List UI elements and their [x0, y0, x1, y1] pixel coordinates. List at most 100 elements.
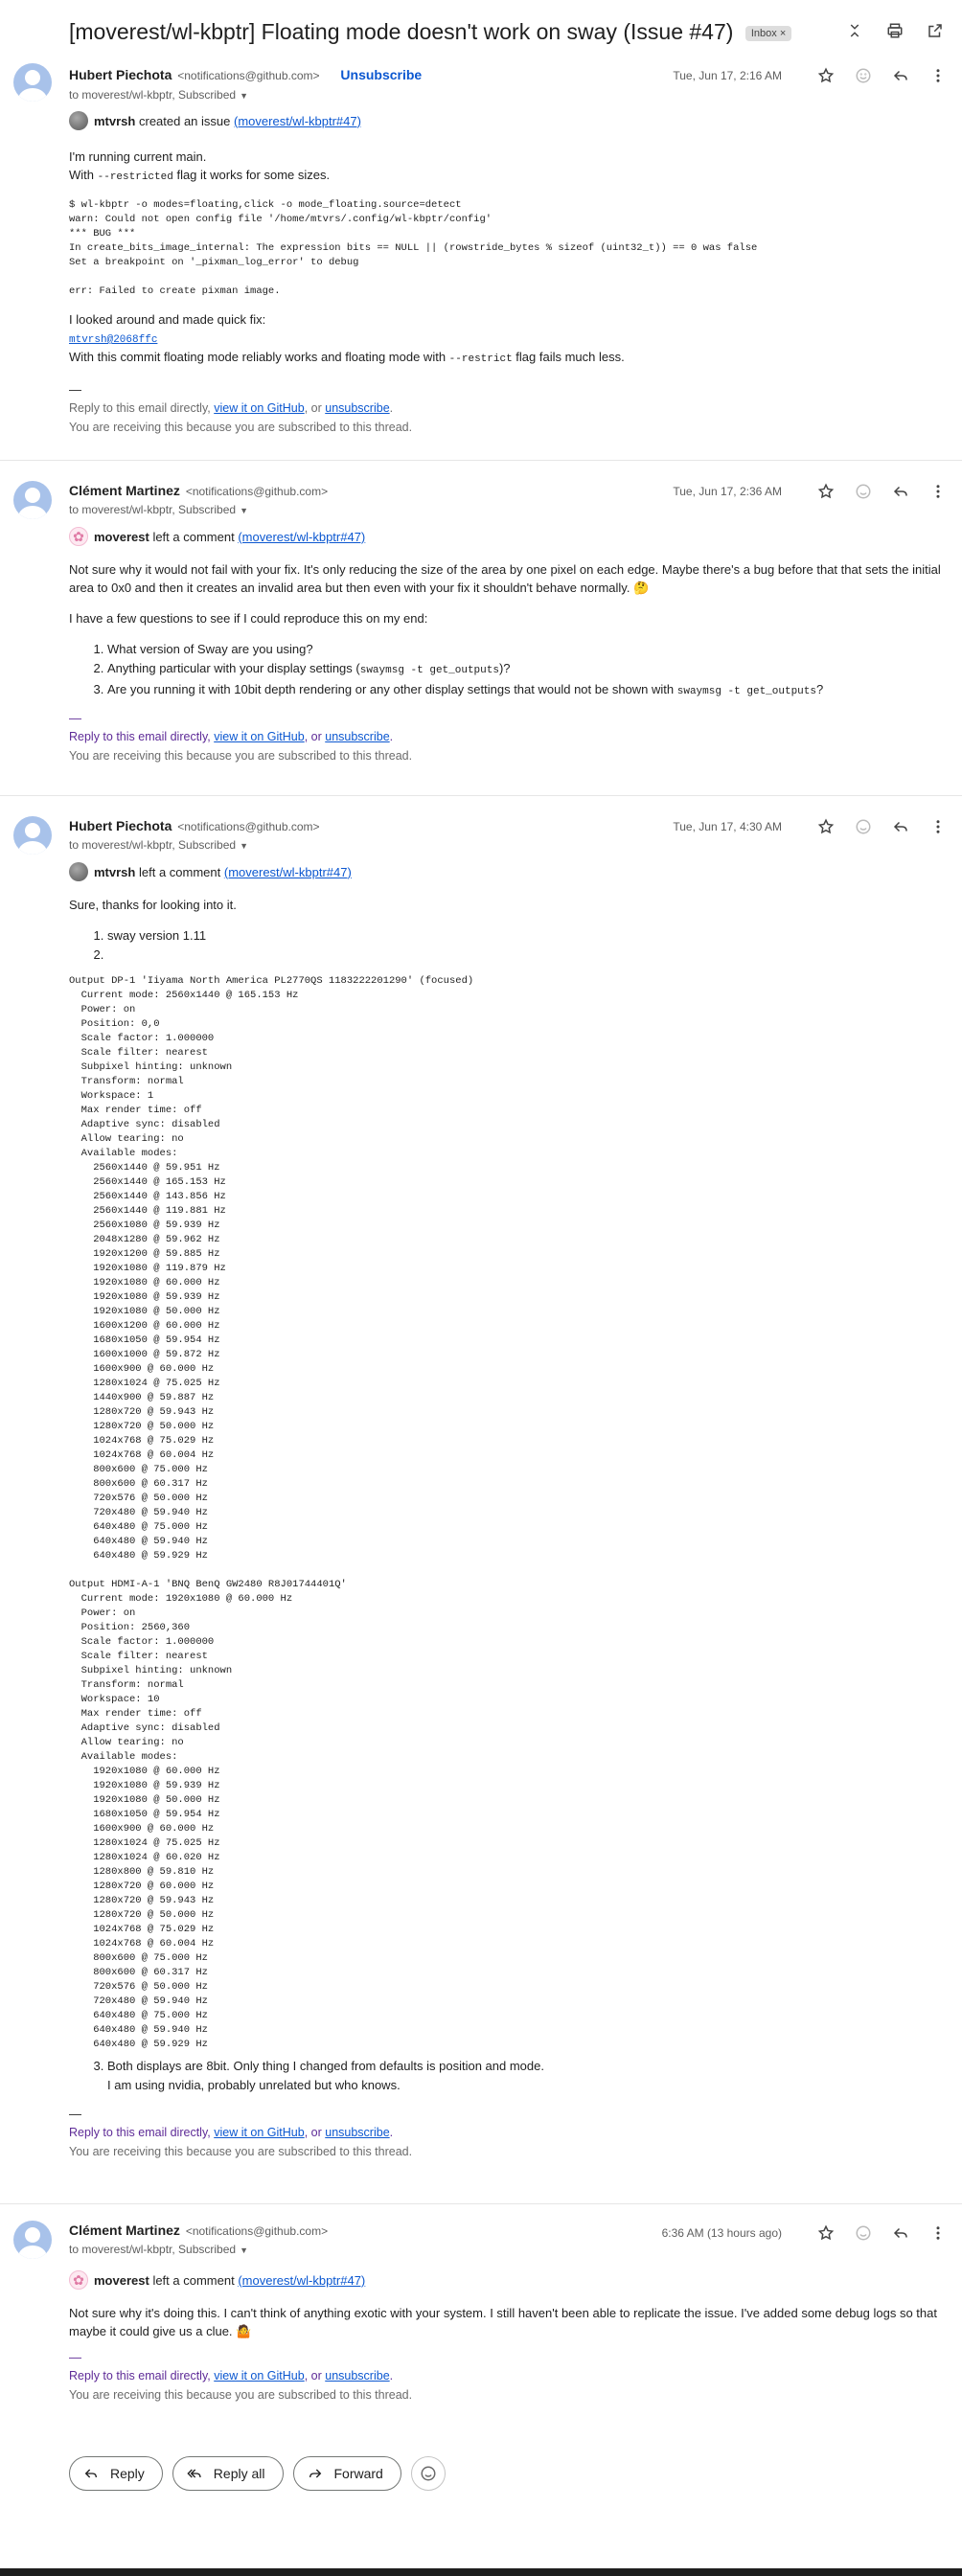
divider — [0, 795, 962, 796]
more-icon[interactable] — [928, 481, 949, 502]
view-on-github-link[interactable]: view it on GitHub — [214, 2369, 304, 2382]
emoji-icon[interactable] — [853, 2223, 874, 2244]
label-remove-icon[interactable]: × — [780, 28, 786, 39]
message-body: ✿ moverest left a comment (moverest/wl-kb… — [69, 527, 941, 765]
code-block: Output DP-1 'Iiyama North America PL2770… — [69, 975, 474, 1562]
actor-name[interactable]: moverest — [94, 2271, 149, 2290]
sender-name[interactable]: Hubert Piechota — [69, 818, 172, 833]
forward-icon — [309, 2469, 321, 2478]
divider — [0, 460, 962, 461]
footer-reply: Reply to this email directly, view it on… — [69, 2369, 394, 2382]
unsubscribe-link[interactable]: unsubscribe — [325, 2369, 389, 2382]
star-icon[interactable] — [815, 65, 836, 86]
message-body: mtvrsh left a comment (moverest/wl-kbptr… — [69, 862, 941, 2161]
recipients[interactable]: to moverest/wl-kbptr, Subscribed ▼ — [69, 88, 248, 102]
avatar: ✿ — [69, 2270, 88, 2290]
chevron-down-icon[interactable]: ▼ — [240, 841, 248, 851]
print-icon[interactable] — [885, 21, 905, 40]
reply-icon[interactable] — [890, 481, 911, 502]
emoji-icon[interactable] — [853, 65, 874, 86]
actor-name[interactable]: mtvrsh — [94, 863, 135, 881]
reply-icon[interactable] — [890, 816, 911, 837]
chevron-down-icon[interactable]: ▼ — [240, 2245, 248, 2255]
divider — [0, 2203, 962, 2204]
recipients[interactable]: to moverest/wl-kbptr, Subscribed ▼ — [69, 838, 248, 852]
footer-reply: Reply to this email directly, view it on… — [69, 730, 394, 743]
code-block: $ wl-kbptr -o modes=floating,click -o mo… — [69, 199, 758, 268]
message-date: 6:36 AM (13 hours ago) — [661, 2226, 782, 2240]
unsubscribe-link[interactable]: unsubscribe — [325, 2126, 389, 2139]
collapse-icon[interactable] — [845, 21, 864, 40]
reply-icon[interactable] — [890, 2223, 911, 2244]
unsubscribe-link[interactable]: unsubscribe — [325, 401, 389, 415]
actor-name[interactable]: moverest — [94, 528, 149, 546]
view-on-github-link[interactable]: view it on GitHub — [214, 2126, 304, 2139]
more-icon[interactable] — [928, 65, 949, 86]
star-icon[interactable] — [815, 2223, 836, 2244]
message-body: mtvrsh created an issue (moverest/wl-kbp… — [69, 111, 941, 437]
list-item: Are you running it with 10bit depth rend… — [107, 680, 941, 701]
recipients[interactable]: to moverest/wl-kbptr, Subscribed ▼ — [69, 2243, 248, 2256]
avatar — [13, 2221, 52, 2259]
thread-subject: [moverest/wl-kbptr] Floating mode doesn'… — [69, 19, 734, 44]
reply-all-icon — [187, 2469, 201, 2478]
list-item: Anything particular with your display se… — [107, 659, 941, 680]
avatar — [13, 63, 52, 102]
message-date: Tue, Jun 17, 4:30 AM — [673, 820, 782, 833]
issue-link[interactable]: (moverest/wl-kbptr#47) — [238, 528, 365, 546]
issue-link[interactable]: (moverest/wl-kbptr#47) — [224, 863, 352, 881]
sender-name[interactable]: Clément Martinez — [69, 483, 180, 498]
reply-icon[interactable] — [890, 65, 911, 86]
footer-receiving: You are receiving this because you are s… — [69, 2145, 413, 2158]
avatar — [13, 481, 52, 519]
actor-name[interactable]: mtvrsh — [94, 112, 135, 130]
forward-button[interactable]: Forward — [292, 2456, 401, 2491]
sender-email: <notifications@github.com> — [177, 69, 320, 82]
list-item: What version of Sway are you using? — [107, 640, 941, 659]
star-icon[interactable] — [815, 481, 836, 502]
sender-name[interactable]: Clément Martinez — [69, 2223, 180, 2238]
list-item: sway version 1.11 — [107, 926, 941, 946]
chevron-down-icon[interactable]: ▼ — [240, 91, 248, 101]
footer-receiving: You are receiving this because you are s… — [69, 2388, 413, 2402]
emoji-icon[interactable] — [853, 481, 874, 502]
avatar — [69, 111, 88, 130]
more-icon[interactable] — [928, 2223, 949, 2244]
recipients[interactable]: to moverest/wl-kbptr, Subscribed ▼ — [69, 503, 248, 516]
reply-all-button[interactable]: Reply all — [172, 2456, 284, 2491]
answer-list: sway version 1.11 — [69, 926, 941, 965]
unsubscribe-link[interactable]: unsubscribe — [325, 730, 389, 743]
avatar — [13, 816, 52, 855]
issue-link[interactable]: (moverest/wl-kbptr#47) — [238, 2271, 365, 2290]
unsubscribe-button[interactable]: Unsubscribe — [340, 67, 422, 82]
view-on-github-link[interactable]: view it on GitHub — [214, 401, 304, 415]
answer-list: Both displays are 8bit. Only thing I cha… — [69, 2057, 941, 2095]
message-date: Tue, Jun 17, 2:16 AM — [673, 69, 782, 82]
reply-bar: Reply Reply all Forward — [69, 2456, 446, 2491]
view-on-github-link[interactable]: view it on GitHub — [214, 730, 304, 743]
more-icon[interactable] — [928, 816, 949, 837]
footer-receiving: You are receiving this because you are s… — [69, 749, 413, 763]
sender-name[interactable]: Hubert Piechota — [69, 67, 172, 82]
reply-button[interactable]: Reply — [69, 2456, 163, 2491]
message-body: ✿ moverest left a comment (moverest/wl-kb… — [69, 2270, 941, 2405]
question-list: What version of Sway are you using? Anyt… — [69, 640, 941, 701]
inbox-label[interactable]: Inbox × — [744, 26, 792, 41]
chevron-down-icon[interactable]: ▼ — [240, 506, 248, 515]
list-item — [107, 946, 941, 965]
emoji-reaction-button[interactable] — [410, 2456, 446, 2491]
emoji-icon[interactable] — [853, 816, 874, 837]
code-block: Output HDMI-A-1 'BNQ BenQ GW2480 R8J0174… — [69, 1579, 347, 2050]
emoji-icon — [421, 2466, 436, 2481]
issue-link[interactable]: (moverest/wl-kbptr#47) — [234, 112, 361, 130]
open-new-window-icon[interactable] — [926, 21, 945, 40]
star-icon[interactable] — [815, 816, 836, 837]
sender-email: <notifications@github.com> — [177, 820, 320, 833]
commit-link[interactable]: mtvrsh@2068ffc — [69, 334, 157, 346]
avatar — [69, 862, 88, 881]
list-item: Both displays are 8bit. Only thing I cha… — [107, 2057, 941, 2095]
bottom-bar — [0, 2568, 962, 2576]
thread-header: [moverest/wl-kbptr] Floating mode doesn'… — [0, 0, 962, 63]
sender-email: <notifications@github.com> — [185, 485, 329, 498]
reply-icon — [84, 2469, 97, 2478]
